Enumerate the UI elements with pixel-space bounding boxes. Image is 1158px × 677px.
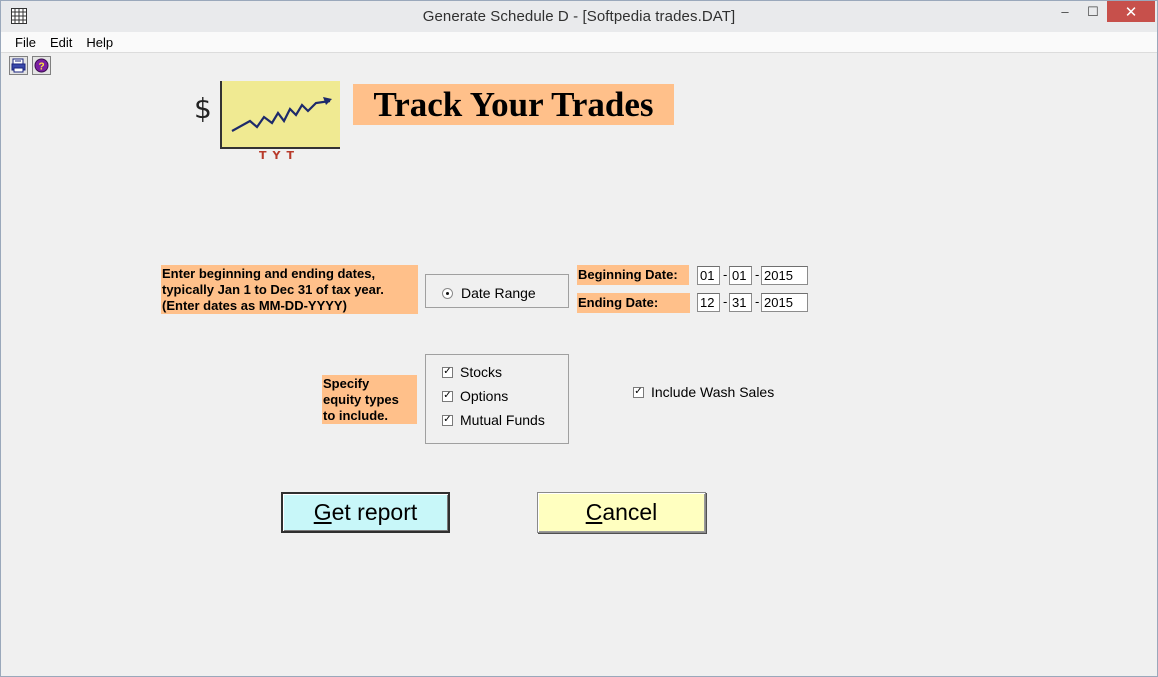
mutual-funds-checkbox[interactable]: ✓ <box>442 414 453 426</box>
ending-date-label: Ending Date: <box>577 293 690 313</box>
toolbar: ? <box>9 56 51 78</box>
menu-bar: File Edit Help <box>1 32 1157 53</box>
cancel-label: ancel <box>602 499 658 525</box>
date-separator: - <box>755 267 760 282</box>
app-banner-title: Track Your Trades <box>353 84 674 125</box>
options-label: Options <box>460 388 509 404</box>
beginning-month-input[interactable]: 01 <box>697 266 720 285</box>
date-range-group: Date Range <box>425 274 569 308</box>
stocks-label: Stocks <box>460 364 503 380</box>
wash-sales-label: Include Wash Sales <box>651 384 775 400</box>
date-range-option[interactable]: Date Range <box>442 285 536 301</box>
date-separator: - <box>755 294 760 309</box>
menu-help[interactable]: Help <box>80 35 119 50</box>
equity-instructions-line-3: to include. <box>323 408 388 423</box>
minimize-button[interactable]: – <box>1051 1 1079 22</box>
equity-instructions-line-2: equity types <box>323 392 399 407</box>
dates-instructions-line-1: Enter beginning and ending dates, <box>162 266 376 281</box>
dates-instructions-line-3: (Enter dates as MM-DD-YYYY) <box>162 298 347 313</box>
logo-dollar-sign: $ <box>194 92 212 125</box>
date-separator: - <box>723 267 728 282</box>
ending-year-input[interactable]: 2015 <box>761 293 808 312</box>
stocks-option[interactable]: ✓ Stocks <box>442 364 502 380</box>
equity-instructions: Specify equity types to include. <box>322 375 417 424</box>
beginning-day-input[interactable]: 01 <box>729 266 752 285</box>
print-icon <box>11 58 26 73</box>
options-checkbox[interactable]: ✓ <box>442 390 453 402</box>
logo-chart-image <box>220 81 340 149</box>
options-option[interactable]: ✓ Options <box>442 388 508 404</box>
menu-file[interactable]: File <box>9 35 42 50</box>
stocks-checkbox[interactable]: ✓ <box>442 366 453 378</box>
print-button[interactable] <box>9 56 28 75</box>
beginning-date-label: Beginning Date: <box>577 265 689 285</box>
ending-day-input[interactable]: 31 <box>729 293 752 312</box>
mutual-funds-label: Mutual Funds <box>460 412 545 428</box>
cancel-mnemonic: C <box>585 499 603 525</box>
app-window: Generate Schedule D - [Softpedia trades.… <box>0 0 1158 677</box>
close-button[interactable]: ✕ <box>1107 1 1155 22</box>
dates-instructions-line-2: typically Jan 1 to Dec 31 of tax year. <box>162 282 384 297</box>
date-range-radio[interactable] <box>442 287 453 299</box>
get-report-mnemonic: G <box>313 499 332 525</box>
dates-instructions: Enter beginning and ending dates, typica… <box>161 265 418 314</box>
trend-up-icon <box>231 97 332 132</box>
beginning-year-input[interactable]: 2015 <box>761 266 808 285</box>
title-bar[interactable]: Generate Schedule D - [Softpedia trades.… <box>1 1 1157 33</box>
window-title: Generate Schedule D - [Softpedia trades.… <box>422 8 736 25</box>
wash-sales-checkbox[interactable]: ✓ <box>633 386 644 398</box>
cancel-button[interactable]: Cancel <box>537 492 706 533</box>
get-report-label: et report <box>331 499 418 525</box>
equity-instructions-line-1: Specify <box>323 376 370 391</box>
logo-ticks: TYT <box>259 149 300 162</box>
equity-types-group: ✓ Stocks ✓ Options ✓ Mutual Funds <box>425 354 569 444</box>
help-icon: ? <box>34 58 49 73</box>
date-range-label: Date Range <box>461 285 536 301</box>
ending-month-input[interactable]: 12 <box>697 293 720 312</box>
date-separator: - <box>723 294 728 309</box>
help-button[interactable]: ? <box>32 56 51 75</box>
menu-edit[interactable]: Edit <box>44 35 78 50</box>
wash-sales-option[interactable]: ✓ Include Wash Sales <box>633 384 774 400</box>
app-grid-icon[interactable] <box>11 8 27 24</box>
mutual-funds-option[interactable]: ✓ Mutual Funds <box>442 412 545 428</box>
svg-text:?: ? <box>38 62 44 73</box>
get-report-button[interactable]: Get report <box>281 492 450 533</box>
maximize-button[interactable]: ☐ <box>1079 1 1107 22</box>
